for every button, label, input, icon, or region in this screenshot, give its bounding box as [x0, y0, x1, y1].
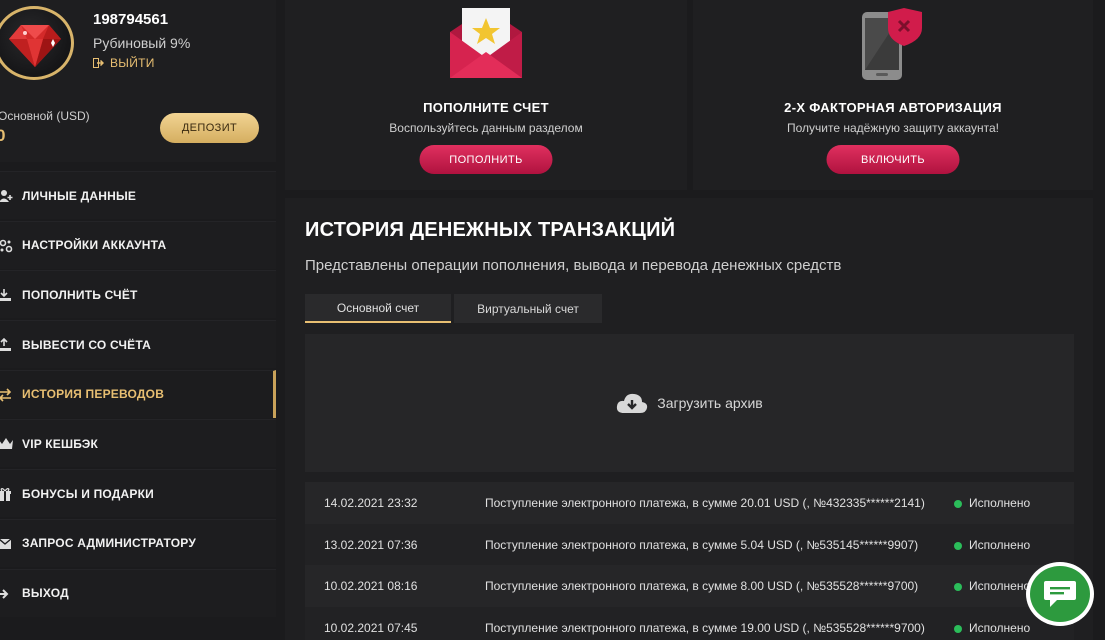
sidebar-item-label: ЛИЧНЫЕ ДАННЫЕ [22, 188, 137, 203]
deposit-card-title: ПОПОЛНИТЕ СЧЕТ [423, 100, 549, 115]
logout-icon [93, 58, 104, 68]
account-balance: 0 [0, 126, 6, 145]
tab-virtual-account[interactable]: Виртуальный счет [454, 294, 602, 323]
deposit-card: ПОПОЛНИТЕ СЧЕТ Воспользуйтесь данным раз… [285, 0, 687, 190]
sidebar-item-label: ВЫВЕСТИ СО СЧЁТА [22, 337, 152, 352]
chat-widget-button[interactable] [1026, 562, 1094, 626]
table-row: 14.02.2021 23:32 Поступление электронног… [305, 482, 1074, 524]
user-add-icon [0, 190, 13, 202]
table-row: 13.02.2021 07:36 Поступление электронног… [305, 523, 1074, 565]
chat-bubble [1030, 566, 1090, 622]
row-status: Исполнено [969, 537, 1031, 552]
transaction-list: 14.02.2021 23:32 Поступление электронног… [305, 482, 1074, 640]
status-dot [954, 541, 962, 550]
download-archive-button[interactable]: Загрузить архив [305, 334, 1074, 472]
envelope-star-icon [450, 8, 522, 78]
sidebar-item-label: ИСТОРИЯ ПЕРЕВОДОВ [22, 387, 165, 402]
ruby-icon [9, 25, 61, 67]
sidebar-item-label: БОНУСЫ И ПОДАРКИ [22, 486, 154, 501]
row-description: Поступление электронного платежа, в сумм… [485, 579, 919, 593]
sidebar-item-deposit[interactable]: ПОПОЛНИТЬ СЧЁТ [0, 270, 276, 319]
gift-icon [0, 488, 11, 502]
sidebar-item-label: ВЫХОД [22, 586, 69, 600]
row-status: Исполнено [969, 620, 1031, 635]
account-tabs: Основной счет Виртуальный счет [305, 294, 602, 323]
sidebar-menu: ЛИЧНЫЕ ДАННЫЕ НАСТРОЙКИ АККАУНТА ПОПОЛНИ… [0, 171, 276, 618]
status-dot [954, 500, 962, 508]
sidebar-item-withdraw[interactable]: ВЫВЕСТИ СО СЧЁТА [0, 320, 276, 369]
sidebar: 198794561 Рубиновый 9% ВЫЙТИ Основной (U… [0, 0, 276, 640]
status-dot [954, 583, 962, 591]
row-date: 10.02.2021 08:16 [324, 579, 418, 593]
row-status: Исполнено [969, 496, 1031, 510]
sidebar-item-label: ПОПОЛНИТЬ СЧЁТ [22, 287, 138, 302]
twofa-card-title: 2-Х ФАКТОРНАЯ АВТОРИЗАЦИЯ [784, 100, 1002, 115]
table-row: 10.02.2021 07:45 Поступление электронног… [305, 606, 1074, 640]
twofa-enable-button[interactable]: ВКЛЮЧИТЬ [826, 145, 960, 174]
sidebar-item-admin-request[interactable]: ЗАПРОС АДМИНИСТРАТОРУ [0, 518, 276, 567]
row-date: 10.02.2021 07:45 [324, 620, 418, 635]
cloud-download-icon [617, 393, 648, 413]
row-status: Исполнено [969, 579, 1031, 593]
sidebar-item-label: ЗАПРОС АДМИНИСТРАТОРУ [22, 536, 196, 551]
twofa-card-subtitle: Получите надёжную защиту аккаунта! [786, 121, 999, 135]
deposit-button[interactable]: ДЕПОЗИТ [160, 113, 259, 143]
deposit-icon [0, 289, 11, 302]
profile-panel: 198794561 Рубиновый 9% ВЫЙТИ Основной (U… [0, 0, 276, 162]
sidebar-item-bonuses[interactable]: БОНУСЫ И ПОДАРКИ [0, 469, 276, 518]
sidebar-item-exit[interactable]: ВЫХОД [0, 568, 276, 617]
sidebar-item-vip-cashback[interactable]: VIP КЕШБЭК [0, 419, 276, 468]
table-row: 10.02.2021 08:16 Поступление электронног… [305, 565, 1074, 607]
phone-shield-icon [862, 8, 922, 80]
exit-icon [0, 588, 9, 599]
settings-icon [0, 239, 13, 252]
history-title: ИСТОРИЯ ДЕНЕЖНЫХ ТРАНЗАКЦИЙ [305, 219, 676, 241]
chat-icon [1044, 581, 1076, 607]
account-label: Основной (USD) [0, 109, 90, 123]
logout-link[interactable]: ВЫЙТИ [93, 56, 155, 70]
row-description: Поступление электронного платежа, в сумм… [485, 537, 919, 552]
crown-icon [0, 438, 13, 450]
twofa-card: 2-Х ФАКТОРНАЯ АВТОРИЗАЦИЯ Получите надёж… [693, 0, 1093, 190]
history-subtitle: Представлены операции пополнения, вывода… [305, 257, 842, 274]
logout-label: ВЫЙТИ [110, 56, 155, 70]
sidebar-item-label: VIP КЕШБЭК [22, 436, 99, 451]
deposit-card-button[interactable]: ПОПОЛНИТЬ [419, 145, 553, 174]
vip-level: Рубиновый 9% [93, 35, 191, 51]
row-date: 14.02.2021 23:32 [324, 496, 418, 510]
status-dot [954, 624, 962, 633]
sidebar-item-transfer-history[interactable]: ИСТОРИЯ ПЕРЕВОДОВ [0, 369, 276, 418]
user-id: 198794561 [93, 11, 169, 28]
withdraw-icon [0, 338, 11, 352]
transfer-icon [0, 388, 12, 402]
sidebar-item-label: НАСТРОЙКИ АККАУНТА [22, 238, 167, 253]
sidebar-item-personal-data[interactable]: ЛИЧНЫЕ ДАННЫЕ [0, 171, 276, 219]
row-description: Поступление электронного платежа, в сумм… [485, 620, 925, 635]
transaction-history-panel: ИСТОРИЯ ДЕНЕЖНЫХ ТРАНЗАКЦИЙ Представлены… [285, 198, 1093, 640]
deposit-card-subtitle: Воспользуйтесь данным разделом [389, 121, 583, 135]
archive-label: Загрузить архив [657, 395, 763, 411]
tab-main-account[interactable]: Основной счет [305, 294, 451, 323]
ruby-avatar [0, 6, 74, 80]
row-date: 13.02.2021 07:36 [324, 537, 418, 552]
mail-icon [0, 538, 12, 549]
row-description: Поступление электронного платежа, в сумм… [485, 496, 925, 510]
sidebar-item-account-settings[interactable]: НАСТРОЙКИ АККАУНТА [0, 220, 276, 269]
